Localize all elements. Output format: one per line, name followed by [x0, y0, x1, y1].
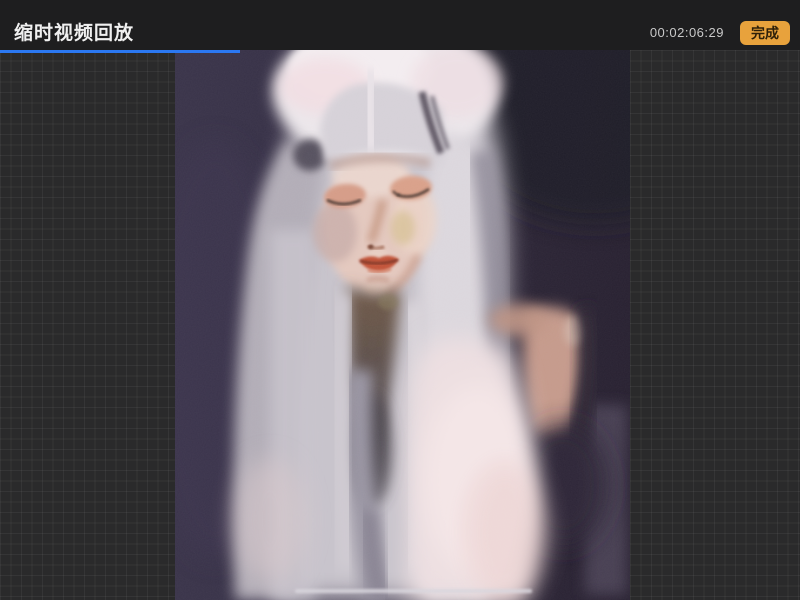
header-bar: 缩时视频回放 00:02:06:29 完成: [0, 0, 800, 50]
done-button[interactable]: 完成: [740, 21, 790, 45]
playback-timestamp: 00:02:06:29: [649, 25, 724, 40]
timelapse-video-canvas[interactable]: [175, 50, 630, 600]
page-title: 缩时视频回放: [14, 23, 135, 44]
painting-portrait: [175, 50, 630, 600]
timelapse-playback-screen: 缩时视频回放 00:02:06:29 完成: [0, 0, 800, 600]
playback-progress-fill[interactable]: [0, 50, 240, 53]
playback-progress-track[interactable]: [0, 50, 800, 53]
paint-grain-texture: [175, 50, 630, 600]
